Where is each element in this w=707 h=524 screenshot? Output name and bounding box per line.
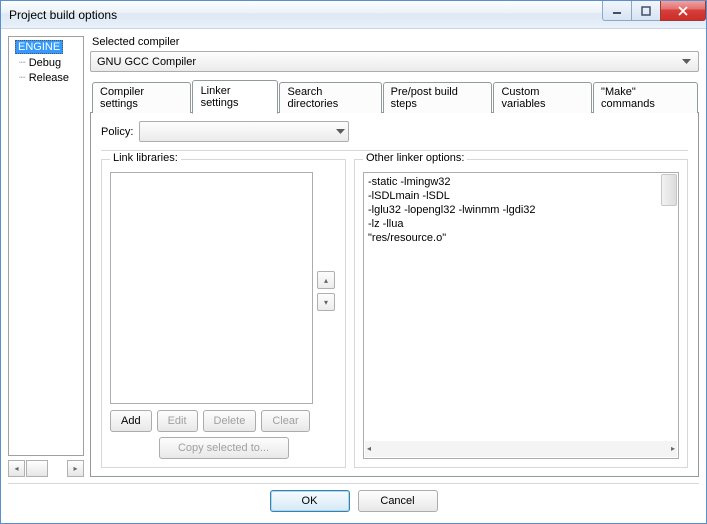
linker-settings-panel: Policy: Link libraries:: [90, 112, 699, 477]
move-down-button[interactable]: ▾: [317, 293, 335, 311]
window-title: Project build options: [9, 8, 117, 22]
title-bar: Project build options: [1, 1, 706, 29]
settings-tabs: Compiler settings Linker settings Search…: [90, 79, 699, 112]
edit-button[interactable]: Edit: [157, 410, 198, 432]
window-controls: [603, 1, 706, 21]
chevron-down-icon: ▾: [324, 298, 328, 307]
hscrollbar[interactable]: ◂ ▸: [365, 441, 677, 457]
policy-label: Policy:: [101, 126, 133, 138]
policy-row: Policy:: [101, 121, 688, 142]
targets-pane: ENGINE ┈ Debug ┈ Release ◂ ▸: [8, 36, 84, 477]
bottom-divider: [8, 483, 699, 484]
tab-linker-settings[interactable]: Linker settings: [192, 80, 279, 114]
tree-hscroll[interactable]: ◂ ▸: [8, 459, 84, 477]
main-area: ENGINE ┈ Debug ┈ Release ◂ ▸: [8, 36, 699, 477]
tree-item-release[interactable]: ┈ Release: [9, 70, 83, 85]
chevron-down-icon: [678, 53, 695, 70]
dialog-body: ENGINE ┈ Debug ┈ Release ◂ ▸: [1, 29, 706, 523]
other-linker-textarea[interactable]: -static -lmingw32 -lSDLmain -lSDL -lglu3…: [363, 172, 679, 459]
scroll-thumb[interactable]: [26, 460, 48, 477]
compiler-value: GNU GCC Compiler: [97, 56, 678, 68]
clear-button[interactable]: Clear: [261, 410, 309, 432]
other-linker-legend: Other linker options:: [363, 152, 467, 164]
divider: [101, 150, 688, 151]
tab-search-directories[interactable]: Search directories: [279, 82, 381, 113]
move-up-button[interactable]: ▴: [317, 271, 335, 289]
scrollbar-thumb[interactable]: [661, 174, 677, 206]
chevron-down-icon: [336, 126, 345, 138]
linker-columns: Link libraries: ▴ ▾ Add Edit: [101, 159, 688, 468]
ok-button[interactable]: OK: [270, 490, 350, 512]
chevron-up-icon: ▴: [324, 276, 328, 285]
link-libraries-group: Link libraries: ▴ ▾ Add Edit: [101, 159, 346, 468]
targets-tree[interactable]: ENGINE ┈ Debug ┈ Release: [8, 36, 84, 456]
tab-make-commands[interactable]: "Make" commands: [593, 82, 698, 113]
cancel-button[interactable]: Cancel: [358, 490, 438, 512]
compiler-combo[interactable]: GNU GCC Compiler: [90, 51, 699, 72]
dialog-window: Project build options ENGINE: [0, 0, 707, 524]
close-icon: [677, 6, 689, 16]
add-button[interactable]: Add: [110, 410, 152, 432]
scroll-left-icon[interactable]: ◂: [8, 460, 25, 477]
scroll-right-icon: ▸: [671, 442, 675, 456]
scroll-left-icon: ◂: [367, 442, 371, 456]
tree-root-label: ENGINE: [15, 40, 63, 54]
tab-custom-variables[interactable]: Custom variables: [493, 82, 592, 113]
settings-pane: Selected compiler GNU GCC Compiler Compi…: [90, 36, 699, 477]
tree-item-root[interactable]: ENGINE: [9, 39, 83, 55]
maximize-icon: [641, 6, 651, 16]
compiler-label: Selected compiler: [92, 36, 699, 48]
close-button[interactable]: [660, 1, 706, 21]
dialog-buttons: OK Cancel: [8, 490, 699, 516]
delete-button[interactable]: Delete: [203, 410, 257, 432]
copy-selected-button[interactable]: Copy selected to...: [159, 437, 289, 459]
tab-pre-post-build[interactable]: Pre/post build steps: [383, 82, 493, 113]
minimize-button[interactable]: [602, 1, 632, 21]
link-libraries-legend: Link libraries:: [110, 152, 181, 164]
tab-compiler-settings[interactable]: Compiler settings: [92, 82, 191, 113]
tree-item-debug[interactable]: ┈ Debug: [9, 55, 83, 70]
link-libraries-list[interactable]: [110, 172, 313, 404]
maximize-button[interactable]: [631, 1, 661, 21]
other-linker-group: Other linker options: -static -lmingw32 …: [354, 159, 688, 468]
scroll-right-icon[interactable]: ▸: [67, 460, 84, 477]
minimize-icon: [612, 6, 622, 16]
policy-combo[interactable]: [139, 121, 349, 142]
